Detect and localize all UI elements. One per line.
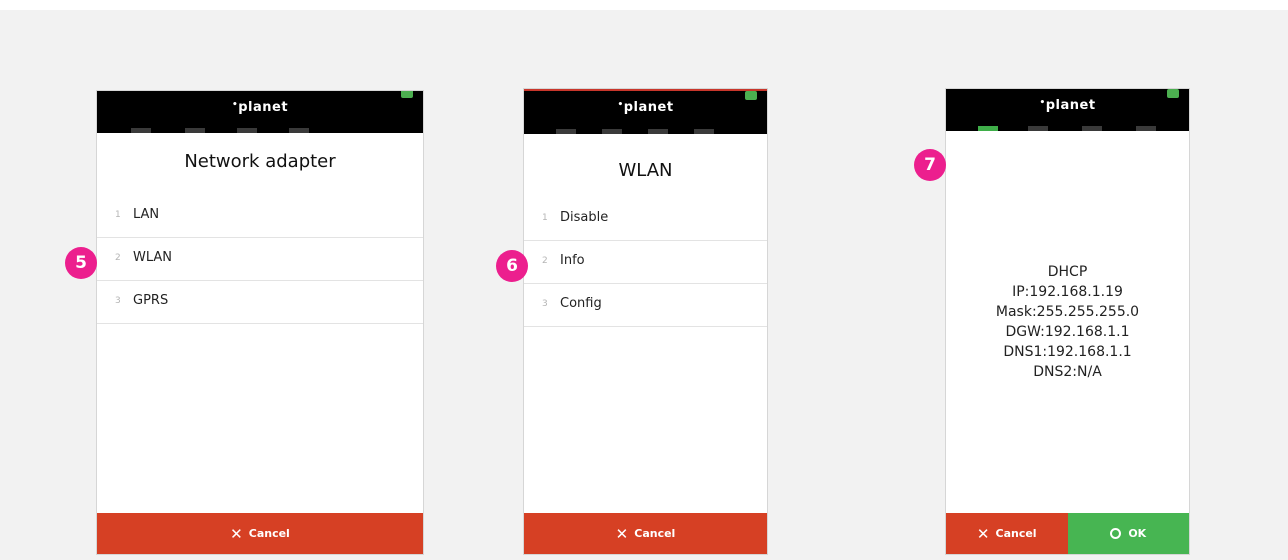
step-badge-5: 5 [65,247,97,279]
terminal-screen-wlan-info: •planet DHCP IP:192.168.1.19 Mask:255.25… [945,88,1190,555]
step-badge-7: 7 [914,149,946,181]
tab-indicator [1028,126,1048,131]
network-info: DHCP IP:192.168.1.19 Mask:255.255.255.0 … [946,262,1189,382]
footer-bar: ✕ Cancel [97,513,423,554]
close-icon: ✕ [615,524,629,543]
battery-icon [401,91,413,98]
menu-item-config[interactable]: 3 Config [524,284,767,327]
footer-bar: ✕ Cancel [524,513,767,554]
terminal-screen-network-adapter: •planet Network adapter 1 LAN 2 WLAN 3 G… [96,90,424,555]
brand-logo: •planet [1039,98,1096,113]
close-icon: ✕ [976,524,990,543]
menu-item-label: LAN [133,207,160,222]
info-line: Mask:255.255.255.0 [995,304,1140,320]
menu-item-lan[interactable]: 1 LAN [97,195,423,238]
tab-indicator-active [978,126,998,131]
top-bar: •planet [97,91,423,133]
info-line: IP:192.168.1.19 [1012,284,1123,300]
battery-icon [745,91,757,100]
menu-item-label: WLAN [133,250,173,265]
step-badge-6: 6 [496,250,528,282]
screen-title: WLAN [618,160,673,181]
cancel-label: Cancel [995,527,1037,540]
tab-indicator [185,128,205,133]
menu-item-info[interactable]: 2 Info [524,241,767,284]
top-bar: •planet [946,89,1189,131]
menu-item-label: Disable [560,210,609,225]
tab-indicator [237,128,257,133]
tab-indicator [648,129,668,134]
menu-item-number: 1 [542,213,548,223]
brand-logo: •planet [617,100,674,115]
info-line: DNS1:192.168.1.1 [1003,344,1132,360]
menu-item-label: Info [560,253,585,268]
menu-item-number: 2 [542,256,548,266]
menu-item-gprs[interactable]: 3 GPRS [97,281,423,324]
menu-item-label: GPRS [133,293,169,308]
cancel-button[interactable]: ✕ Cancel [524,513,767,554]
tab-indicator [289,128,309,133]
screen-title: Network adapter [184,151,336,172]
menu-item-disable[interactable]: 1 Disable [524,198,767,241]
battery-icon [1167,89,1179,98]
cancel-button[interactable]: ✕ Cancel [946,513,1068,554]
circle-icon [1110,528,1122,539]
ok-button[interactable]: OK [1067,513,1189,554]
tab-indicator [1082,126,1102,131]
menu-list: 1 LAN 2 WLAN 3 GPRS [97,195,423,324]
tab-indicator [556,129,576,134]
cancel-button[interactable]: ✕ Cancel [97,513,423,554]
instruction-stage: •planet Network adapter 1 LAN 2 WLAN 3 G… [0,10,1288,560]
top-bar: •planet [524,89,767,134]
tab-indicator [602,129,622,134]
menu-item-label: Config [560,296,602,311]
ok-label: OK [1128,527,1147,540]
info-line: DNS2:N/A [1033,364,1102,380]
menu-item-number: 3 [542,299,548,309]
menu-item-number: 3 [115,296,121,306]
footer-bar: ✕ Cancel OK [946,513,1189,554]
info-line: DHCP [1047,264,1088,280]
brand-logo: •planet [231,100,289,115]
close-icon: ✕ [230,524,243,543]
menu-list: 1 Disable 2 Info 3 Config [524,198,767,327]
terminal-screen-wlan: •planet WLAN 1 Disable 2 Info 3 Config ✕… [523,88,768,555]
tab-indicator [1136,126,1156,131]
tab-indicator [131,128,151,133]
tab-indicator [694,129,714,134]
menu-item-number: 2 [115,253,121,263]
info-line: DGW:192.168.1.1 [1005,324,1130,340]
cancel-label: Cancel [248,527,290,540]
menu-item-wlan[interactable]: 2 WLAN [97,238,423,281]
cancel-label: Cancel [634,527,676,540]
menu-item-number: 1 [115,210,121,220]
